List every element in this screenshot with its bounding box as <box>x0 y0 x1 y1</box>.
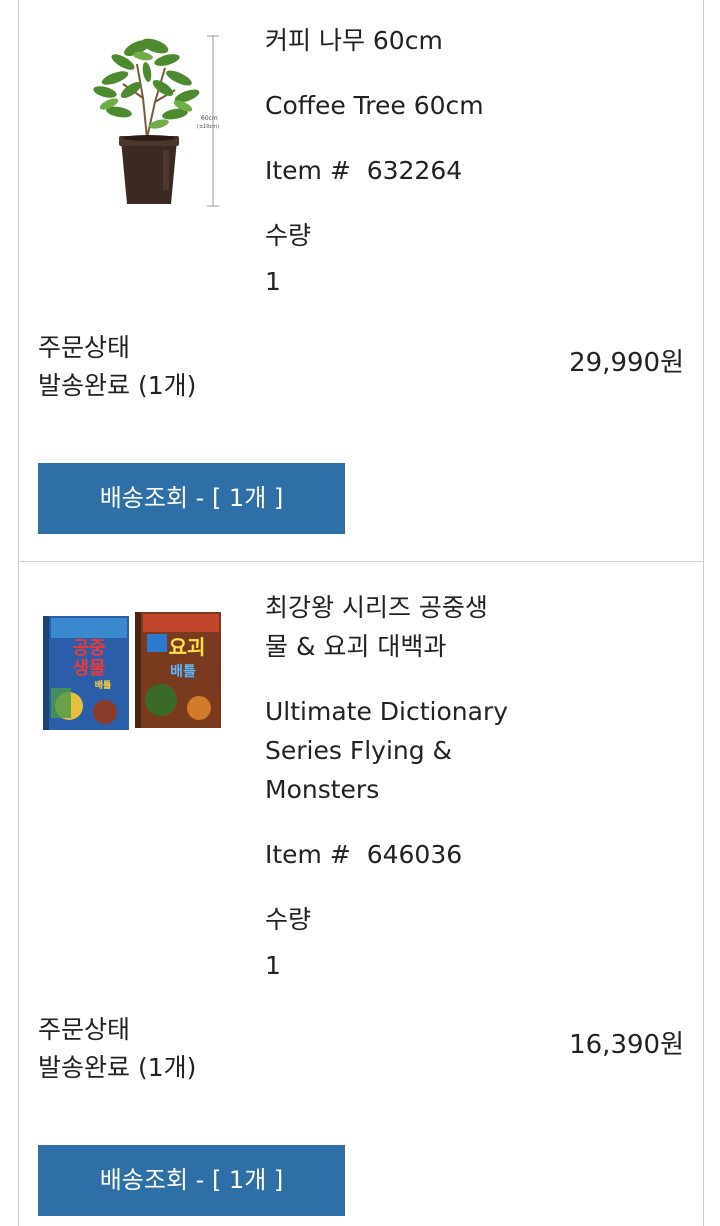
item-number: Item # 646036 <box>265 835 565 874</box>
quantity-value: 1 <box>265 951 281 980</box>
svg-text:배틀: 배틀 <box>170 664 196 680</box>
order-item-card: 60cm (±10cm) 커피 나무 60cm Coffee Tree 60cm… <box>18 0 704 562</box>
item-number: Item # 632264 <box>265 151 565 190</box>
product-name-en-line: Monsters <box>265 775 380 804</box>
quantity-label: 수량 <box>265 905 312 934</box>
track-delivery-button[interactable]: 배송조회 - [ 1개 ] <box>38 463 345 534</box>
product-name-en[interactable]: Ultimate Dictionary Series Flying & Mons… <box>265 692 565 809</box>
product-name-ko[interactable]: 최강왕 시리즈 공중생 물 & 요괴 대백과 <box>265 588 565 666</box>
svg-text:60cm: 60cm <box>201 115 218 122</box>
quantity-value: 1 <box>265 267 281 296</box>
svg-text:요괴: 요괴 <box>169 635 206 659</box>
item-number-value: 646036 <box>366 840 463 869</box>
item-number-label: Item # <box>265 156 351 185</box>
order-status-label: 주문상태 <box>38 1015 131 1044</box>
order-status-value: 발송완료 (1개) <box>38 1053 197 1082</box>
item-number-value: 632264 <box>366 156 463 185</box>
book-set-product-image[interactable]: 공중 생물 배틀 요괴 배틀 <box>39 608 243 778</box>
product-name-ko[interactable]: 커피 나무 60cm <box>265 21 565 60</box>
svg-text:공중: 공중 <box>72 638 105 659</box>
product-info: 커피 나무 60cm Coffee Tree 60cm Item # 63226… <box>265 21 565 301</box>
product-info: 최강왕 시리즈 공중생 물 & 요괴 대백과 Ultimate Dictiona… <box>265 588 565 985</box>
order-price: 29,990원 <box>569 348 684 378</box>
order-item-card: 공중 생물 배틀 요괴 배틀 최강왕 시리즈 공중생 물 & 요괴 대백과 Ul… <box>18 562 704 1226</box>
order-status: 주문상태 발송완료 (1개) <box>38 1011 196 1087</box>
product-name-ko-line: 물 & 요괴 대백과 <box>265 632 447 661</box>
svg-text:생물: 생물 <box>72 658 105 679</box>
svg-text:(±10cm): (±10cm) <box>197 124 219 130</box>
product-name-en[interactable]: Coffee Tree 60cm <box>265 86 565 125</box>
product-name-ko-line: 최강왕 시리즈 공중생 <box>265 593 488 622</box>
item-number-label: Item # <box>265 840 351 869</box>
order-status-label: 주문상태 <box>38 333 131 362</box>
coffee-tree-product-image[interactable]: 60cm (±10cm) <box>39 20 243 220</box>
order-status: 주문상태 발송완료 (1개) <box>38 329 196 405</box>
product-name-en-line: Ultimate Dictionary <box>265 697 509 726</box>
quantity-label: 수량 <box>265 221 312 250</box>
product-name-en-line: Series Flying & <box>265 736 453 765</box>
track-delivery-button[interactable]: 배송조회 - [ 1개 ] <box>38 1145 345 1216</box>
order-list: 60cm (±10cm) 커피 나무 60cm Coffee Tree 60cm… <box>0 0 720 1226</box>
svg-text:배틀: 배틀 <box>95 679 112 691</box>
order-status-value: 발송완료 (1개) <box>38 371 197 400</box>
order-price: 16,390원 <box>569 1030 684 1060</box>
